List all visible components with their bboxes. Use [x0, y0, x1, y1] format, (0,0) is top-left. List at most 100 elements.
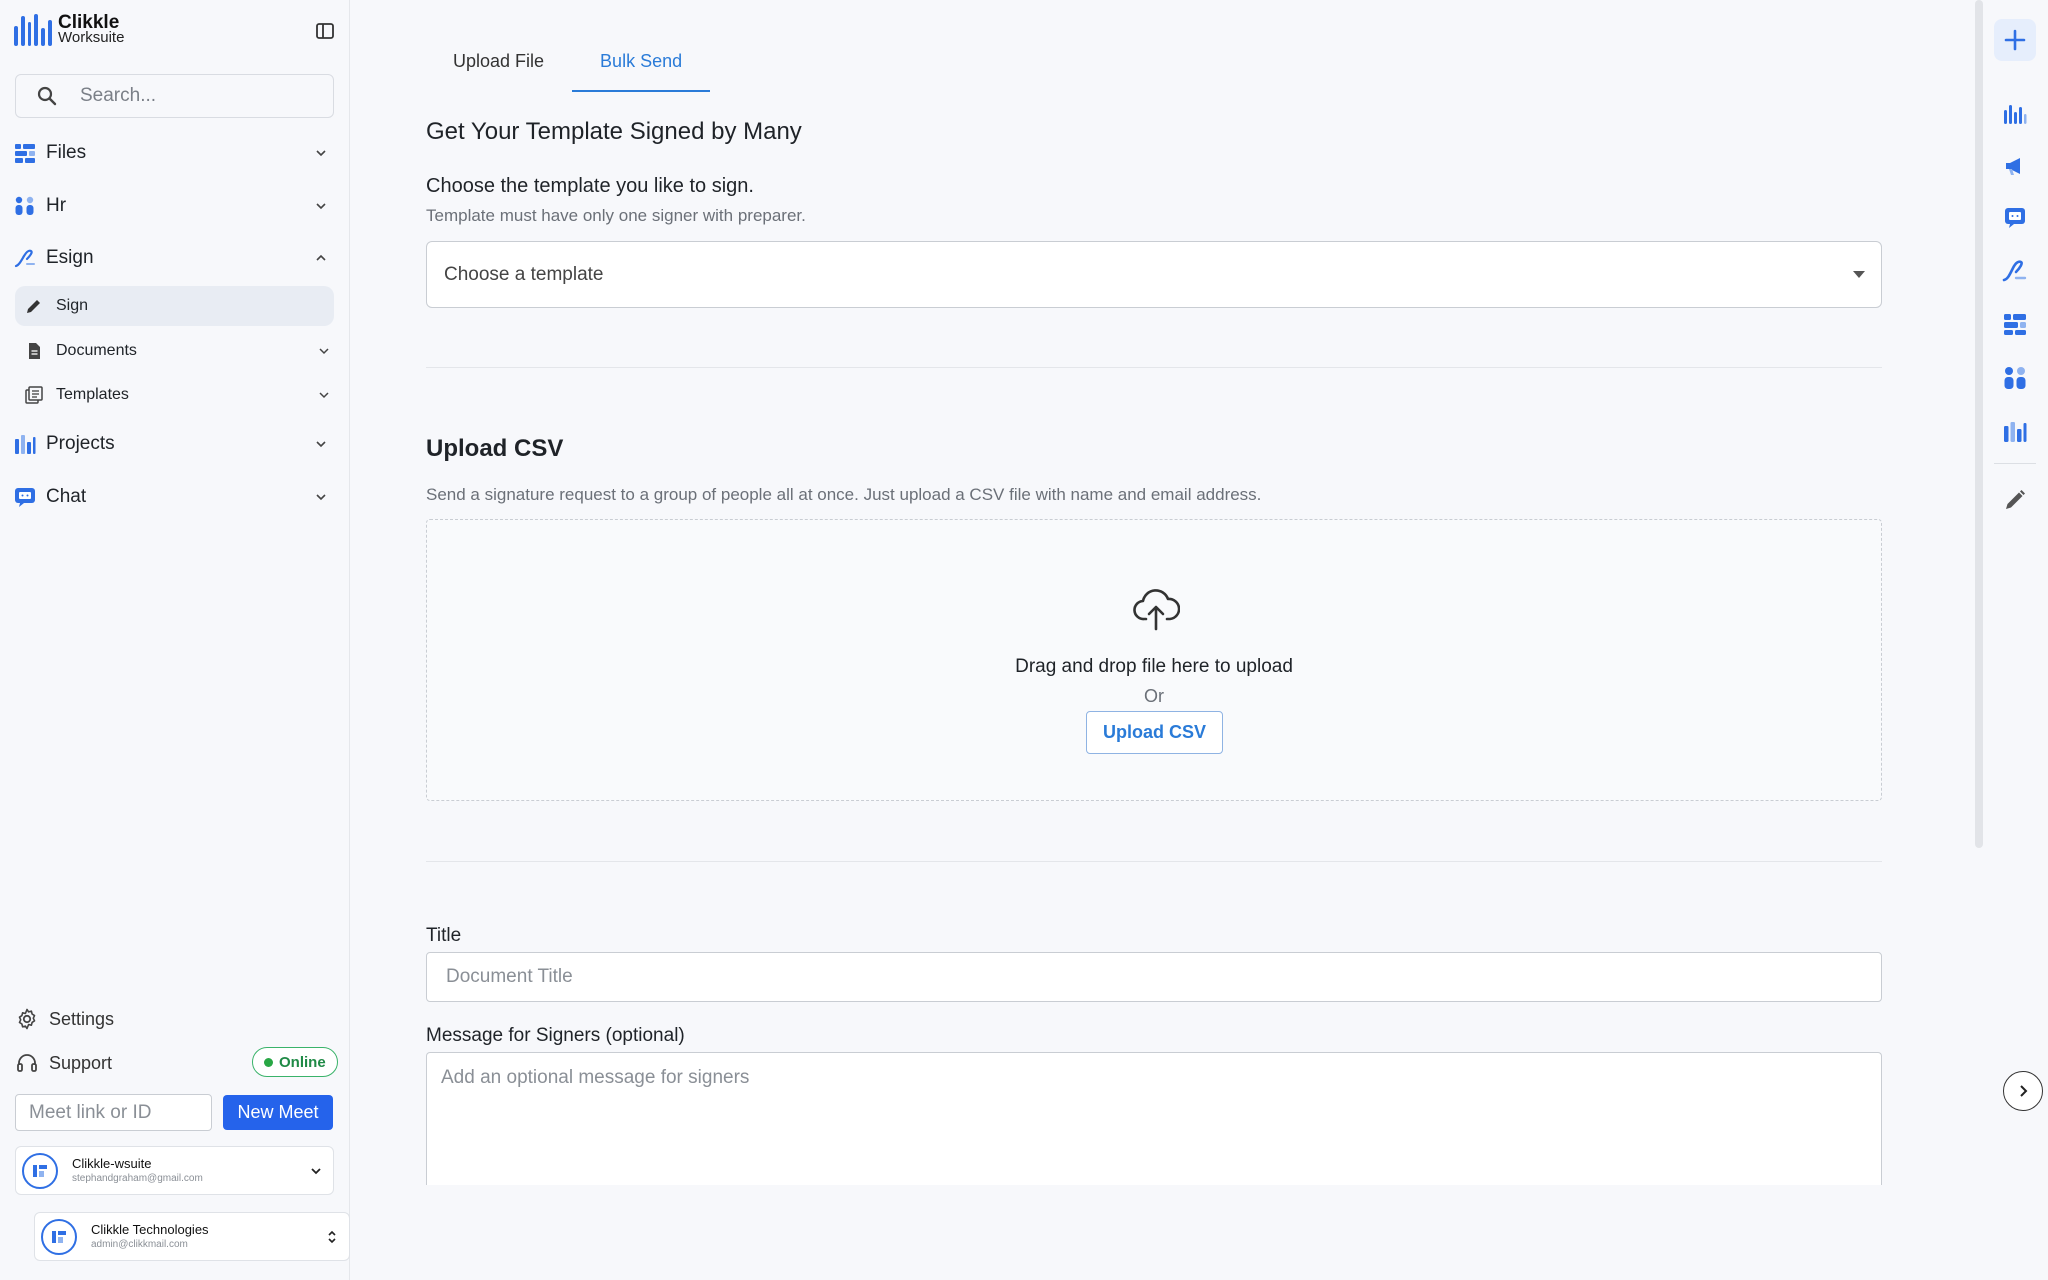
sidebar-item-esign[interactable]: Esign	[14, 238, 334, 278]
message-label: Message for Signers (optional)	[426, 1025, 685, 1046]
sidebar-subitem-templates[interactable]: Templates	[15, 375, 334, 415]
document-title-input[interactable]	[426, 952, 1882, 1002]
chat-icon	[15, 488, 35, 507]
rail-hr[interactable]	[1994, 357, 2036, 399]
expand-panel-button[interactable]	[2003, 1071, 2043, 1111]
rail-esign[interactable]	[1994, 250, 2036, 292]
rail-clikkle-apps[interactable]	[1994, 94, 2036, 136]
section-divider	[426, 367, 1882, 368]
rail-chat[interactable]	[1994, 197, 2036, 239]
rail-divider	[1994, 463, 2036, 464]
sidebar: Clikkle Worksuite Files Hr Esign Sign Do…	[0, 0, 350, 1280]
settings-label: Settings	[49, 1008, 115, 1029]
rail-files[interactable]	[1994, 303, 2036, 345]
hr-app-icon	[2004, 367, 2026, 389]
gear-icon	[18, 1008, 36, 1030]
template-section-title: Get Your Template Signed by Many	[426, 118, 802, 145]
sidebar-item-projects[interactable]: Projects	[14, 424, 334, 464]
avatar	[22, 1152, 58, 1189]
status-label: Online	[279, 1053, 326, 1071]
chevron-down-icon	[316, 150, 326, 157]
account-switcher-org[interactable]: Clikkle Technologies admin@clikkmail.com	[34, 1212, 350, 1261]
account-email: stephandgraham@gmail.com	[72, 1172, 203, 1184]
rail-edit[interactable]	[1994, 479, 2036, 521]
template-select[interactable]: Choose a template	[426, 241, 1882, 308]
clikkle-logo-icon	[14, 14, 52, 46]
sidebar-subitem-documents[interactable]: Documents	[15, 331, 334, 371]
avatar	[41, 1218, 77, 1255]
rail-campaigns[interactable]	[1994, 145, 2036, 187]
title-label: Title	[426, 925, 462, 946]
sidebar-item-label: Projects	[46, 433, 115, 454]
tab-bar: Upload File Bulk Send	[425, 40, 711, 92]
sidebar-item-label: Chat	[46, 486, 87, 507]
add-app-button[interactable]	[1994, 19, 2036, 61]
support-link[interactable]: Support	[15, 1048, 112, 1078]
projects-icon	[15, 435, 36, 454]
chevron-down-icon	[311, 1167, 321, 1174]
status-badge[interactable]: Online	[252, 1047, 338, 1077]
files-app-icon	[2004, 314, 2026, 335]
upload-csv-button[interactable]: Upload CSV	[1086, 711, 1223, 754]
chevron-down-icon	[316, 441, 326, 448]
chevron-down-icon	[316, 494, 326, 501]
dropzone-text: Drag and drop file here to upload	[1015, 656, 1293, 677]
sidebar-subitem-label: Templates	[56, 386, 129, 403]
chevron-down-icon	[316, 203, 326, 210]
csv-description: Send a signature request to a group of p…	[426, 485, 1262, 504]
meet-link-input[interactable]	[15, 1094, 212, 1131]
sidebar-item-chat[interactable]: Chat	[14, 477, 334, 517]
csv-dropzone[interactable]: Drag and drop file here to upload Or Upl…	[426, 519, 1882, 801]
sidebar-item-files[interactable]: Files	[14, 133, 334, 173]
sidebar-subitem-sign[interactable]: Sign	[15, 286, 334, 326]
esign-app-icon	[2002, 260, 2027, 282]
projects-app-icon	[2004, 422, 2027, 442]
rail-projects[interactable]	[1994, 410, 2036, 452]
signer-message-textarea[interactable]	[426, 1052, 1882, 1185]
search-input[interactable]	[80, 85, 320, 107]
campaigns-icon	[2006, 158, 2020, 175]
main-content: Upload File Bulk Send Get Your Template …	[350, 0, 1980, 1280]
brand-logo[interactable]: Clikkle Worksuite	[14, 13, 125, 46]
section-divider	[426, 861, 1882, 862]
templates-icon	[25, 386, 43, 404]
pencil-icon	[27, 300, 40, 313]
chevron-up-icon	[316, 254, 326, 261]
caret-down-icon	[1853, 271, 1865, 278]
sidebar-item-label: Files	[46, 142, 87, 163]
search-icon	[37, 86, 57, 106]
headset-icon	[17, 1054, 37, 1072]
chat-app-icon	[2005, 208, 2025, 228]
org-email: admin@clikkmail.com	[91, 1238, 188, 1250]
csv-section-title: Upload CSV	[426, 435, 564, 462]
sidebar-item-label: Esign	[46, 247, 94, 268]
cloud-upload-icon	[1133, 589, 1180, 631]
new-meet-button[interactable]: New Meet	[223, 1095, 333, 1130]
brand-subtitle: Worksuite	[58, 29, 125, 46]
chevron-down-icon	[319, 392, 329, 399]
chevron-right-icon	[2020, 1085, 2028, 1097]
sidebar-toggle-icon[interactable]	[314, 20, 336, 42]
edit-icon	[2006, 490, 2025, 509]
hr-icon	[15, 196, 34, 215]
tab-upload-file[interactable]: Upload File	[425, 40, 572, 92]
settings-link[interactable]: Settings	[15, 1004, 114, 1034]
sidebar-subitem-label: Documents	[56, 342, 137, 359]
sidebar-item-hr[interactable]: Hr	[14, 186, 334, 226]
template-prompt: Choose the template you like to sign.	[426, 175, 754, 197]
template-hint: Template must have only one signer with …	[426, 206, 806, 225]
scrollbar[interactable]	[1975, 0, 1983, 848]
document-icon	[29, 343, 40, 359]
account-name: Clikkle-wsuite	[72, 1155, 152, 1171]
plus-icon	[2004, 29, 2026, 51]
status-dot-icon	[264, 1057, 273, 1067]
tab-bulk-send[interactable]: Bulk Send	[572, 40, 711, 92]
chevron-down-icon	[319, 348, 329, 355]
account-switcher-user[interactable]: Clikkle-wsuite stephandgraham@gmail.com	[15, 1146, 334, 1195]
dropzone-or: Or	[1144, 686, 1164, 706]
sidebar-search[interactable]	[15, 74, 334, 118]
unfold-icon	[328, 1230, 336, 1243]
sidebar-subitem-label: Sign	[56, 297, 89, 314]
sidebar-item-label: Hr	[46, 195, 67, 216]
org-name: Clikkle Technologies	[91, 1221, 209, 1237]
